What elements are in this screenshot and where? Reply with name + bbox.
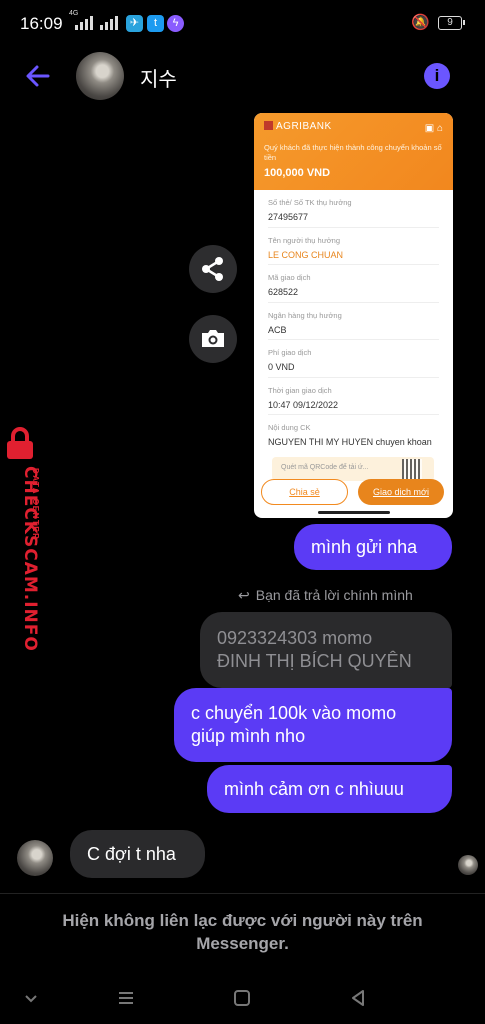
watermark: CHECKSCAM.INFO DATA CENTER: [0, 424, 56, 654]
status-bar: 16:09 4G ✈ t ϟ 🔕 9: [0, 0, 485, 48]
receipt-field: Nội dung CK NGUYEN THI MY HUYEN chuyen kh…: [268, 415, 439, 453]
seen-avatar: [458, 855, 478, 875]
receipt-field: Phí giao dịch 0 VND: [268, 340, 439, 378]
mute-icon: 🔕: [411, 14, 430, 31]
message-line: c chuyển 100k vào momo: [191, 703, 397, 723]
shared-receipt-image[interactable]: AGRIBANK ▣ ⌂ Quý khách đã thực hiện thàn…: [254, 113, 453, 518]
signal-icon: [75, 16, 93, 30]
unavailable-notice: Hiện không liên lạc được với người này t…: [0, 909, 485, 955]
twitter-icon: t: [147, 15, 164, 32]
receipt-header: AGRIBANK ▣ ⌂ Quý khách đã thực hiện thàn…: [254, 113, 453, 190]
qr-text: Quét mã QRCode để tải ứ...: [281, 464, 369, 471]
share-button[interactable]: [189, 245, 237, 293]
field-label: Mã giao dịch: [268, 273, 311, 282]
field-value: LE CONG CHUAN: [268, 249, 344, 260]
messenger-icon: ϟ: [167, 15, 184, 32]
field-label: Nội dung CK: [268, 423, 311, 432]
receipt-new-transaction-button: Giao dịch mới: [358, 479, 444, 505]
field-label: Thời gian giao dịch: [268, 385, 332, 395]
field-value: 0 VND: [268, 362, 295, 372]
receipt-fields: Số thẻ/ Số TK thụ hưởng 27495677 Tên ngườ…: [254, 190, 453, 453]
field-value: ACB: [268, 324, 287, 335]
bank-name: AGRIBANK: [276, 121, 332, 132]
message-bubble-sent[interactable]: mình cảm ơn c nhìuuu: [207, 765, 452, 813]
chat-header: 지수 i: [0, 48, 485, 106]
reply-arrow-icon: ↩: [238, 587, 250, 603]
system-nav-bar: [0, 975, 485, 1024]
camera-icon: [202, 330, 224, 347]
menu-icon[interactable]: [113, 985, 139, 1011]
home-icon[interactable]: [229, 985, 255, 1011]
receipt-field: Tên người thụ hưởng LE CONG CHUAN: [268, 228, 439, 265]
qr-code-icon: [402, 459, 422, 479]
notice-line: Hiện không liên lạc được với người này t…: [62, 911, 423, 930]
contact-name[interactable]: 지수: [140, 63, 177, 92]
message-line: giúp mình nho: [191, 726, 306, 746]
chevron-down-icon[interactable]: [18, 985, 44, 1011]
receipt-message: Quý khách đã thực hiện thành công chuyển…: [264, 143, 442, 162]
telegram-icon: ✈: [126, 15, 143, 32]
quoted-message[interactable]: 0923324303 momo ĐINH THỊ BÍCH QUYÊN: [200, 612, 452, 688]
back-icon[interactable]: [345, 985, 371, 1011]
message-bubble-received[interactable]: C đợi t nha: [70, 830, 205, 878]
contact-avatar[interactable]: [76, 52, 124, 100]
field-value: 10:47 09/12/2022: [268, 399, 339, 410]
receipt-field: Mã giao dịch 628522: [268, 265, 439, 303]
field-label: Tên người thụ hưởng: [268, 235, 341, 245]
message-bubble-sent[interactable]: mình gửi nha: [294, 524, 452, 570]
back-arrow-icon[interactable]: [22, 60, 54, 92]
share-icon: [202, 257, 223, 281]
info-icon[interactable]: i: [424, 63, 450, 89]
contact-avatar-small: [17, 840, 53, 876]
reply-note-text: Bạn đã trả lời chính mình: [255, 587, 413, 603]
home-indicator: [318, 511, 390, 514]
signal-icon-2: [100, 16, 118, 30]
receipt-field: Thời gian giao dịch 10:47 09/12/2022: [268, 378, 439, 415]
receipt-share-button: Chia sẻ: [261, 479, 348, 505]
receipt-toolbar-icons: ▣ ⌂: [424, 123, 443, 134]
field-label: Phí giao dịch: [268, 348, 312, 357]
watermark-sub: DATA CENTER: [31, 468, 40, 541]
receipt-field: Số thẻ/ Số TK thụ hưởng 27495677: [268, 190, 439, 228]
field-label: Số thẻ/ Số TK thụ hưởng: [268, 198, 352, 207]
quoted-line: 0923324303 momo: [217, 628, 373, 648]
divider: [0, 893, 485, 894]
notice-line: Messenger.: [196, 934, 289, 953]
receipt-field: Ngân hàng thụ hưởng ACB: [268, 303, 439, 340]
field-value: 628522: [268, 287, 299, 297]
quoted-line: ĐINH THỊ BÍCH QUYÊN: [217, 651, 412, 671]
lock-icon: [7, 427, 33, 459]
field-value: 27495677: [268, 212, 309, 222]
status-time: 16:09: [20, 14, 63, 33]
field-label: Ngân hàng thụ hưởng: [268, 310, 342, 320]
receipt-amount: 100,000 VND: [264, 167, 331, 179]
message-bubble-sent[interactable]: c chuyển 100k vào momo giúp mình nho: [174, 688, 452, 762]
reply-note: ↩ Bạn đã trả lời chính mình: [238, 587, 413, 604]
bank-logo: AGRIBANK: [264, 121, 443, 132]
field-value: NGUYEN THI MY HUYEN chuyen khoan: [268, 437, 432, 447]
battery-icon: 9: [438, 16, 465, 30]
qr-banner: Quét mã QRCode để tải ứ...: [272, 457, 434, 481]
camera-button[interactable]: [189, 315, 237, 363]
